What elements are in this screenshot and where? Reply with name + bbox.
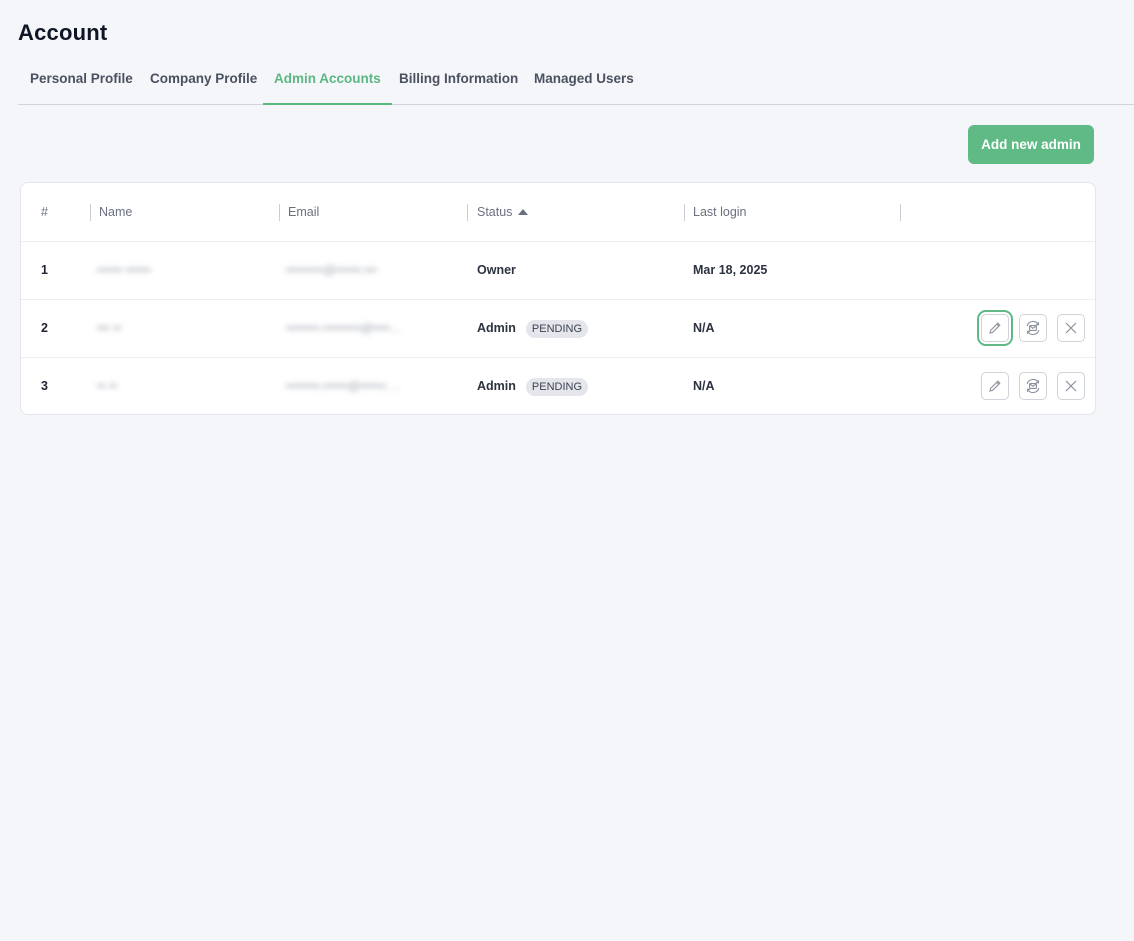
column-separator[interactable] [684,204,685,221]
row-status: Admin PENDING [477,299,589,357]
tab-managed-users[interactable]: Managed Users [534,62,634,103]
status-badge: PENDING [525,319,589,338]
resend-invite-button[interactable] [1019,372,1047,400]
remove-admin-button[interactable] [1057,372,1085,400]
page-title: Account [18,20,108,45]
resend-invite-button[interactable] [1019,314,1047,342]
pencil-icon [989,380,1001,392]
remove-admin-button[interactable] [1057,314,1085,342]
column-separator[interactable] [467,204,468,221]
close-icon [1065,380,1077,392]
resend-invite-icon [1026,378,1040,394]
row-status: Owner [477,263,516,277]
column-separator[interactable] [279,204,280,221]
row-status-role: Admin [477,379,516,393]
row-name: ••• •• [97,321,122,335]
column-header-name[interactable]: Name [99,183,132,241]
status-badge: PENDING [525,377,589,396]
edit-button[interactable] [981,372,1009,400]
column-header-status-label: Status [477,205,513,219]
admin-accounts-table: # Name Email Status Last login 1 •••••• … [20,182,1096,415]
resend-invite-icon [1026,320,1040,336]
row-index: 3 [41,379,48,393]
row-status-role: Admin [477,321,516,335]
table-row: 2 ••• •• ••••••••.•••••••••@••••... Admi… [21,299,1095,358]
table-header-row: # Name Email Status Last login [21,183,1095,242]
account-tabs: Personal Profile Company Profile Admin A… [18,62,1134,105]
table-row: 1 •••••• •••••• •••••••••@••••••.••• Own… [21,241,1095,300]
row-last-login: N/A [693,379,715,393]
row-last-login: N/A [693,321,715,335]
tab-personal-profile[interactable]: Personal Profile [30,62,133,103]
row-index: 1 [41,263,48,277]
table-row: 3 •• •• ••••••••.••••••@••••••, .. Admin… [21,357,1095,415]
column-header-email[interactable]: Email [288,183,319,241]
row-email: ••••••••.••••••@••••••, .. [286,379,399,393]
column-header-last-login[interactable]: Last login [693,183,747,241]
tab-company-profile[interactable]: Company Profile [150,62,257,103]
row-name: •• •• [97,379,118,393]
row-email: •••••••••@••••••.••• [286,263,378,277]
column-separator[interactable] [900,204,901,221]
row-name: •••••• •••••• [97,263,151,277]
tab-billing-information[interactable]: Billing Information [399,62,518,103]
column-header-index: # [41,205,48,219]
add-new-admin-button[interactable]: Add new admin [968,125,1094,164]
sort-ascending-icon [518,209,529,215]
row-index: 2 [41,321,48,335]
row-email: ••••••••.•••••••••@••••... [286,321,400,335]
row-last-login: Mar 18, 2025 [693,263,768,277]
tab-admin-accounts[interactable]: Admin Accounts [263,62,392,105]
row-status: Admin PENDING [477,357,589,415]
column-separator[interactable] [90,204,91,221]
close-icon [1065,322,1077,334]
pencil-icon [989,322,1001,334]
column-header-status[interactable]: Status [477,183,529,241]
edit-button[interactable] [977,310,1013,346]
